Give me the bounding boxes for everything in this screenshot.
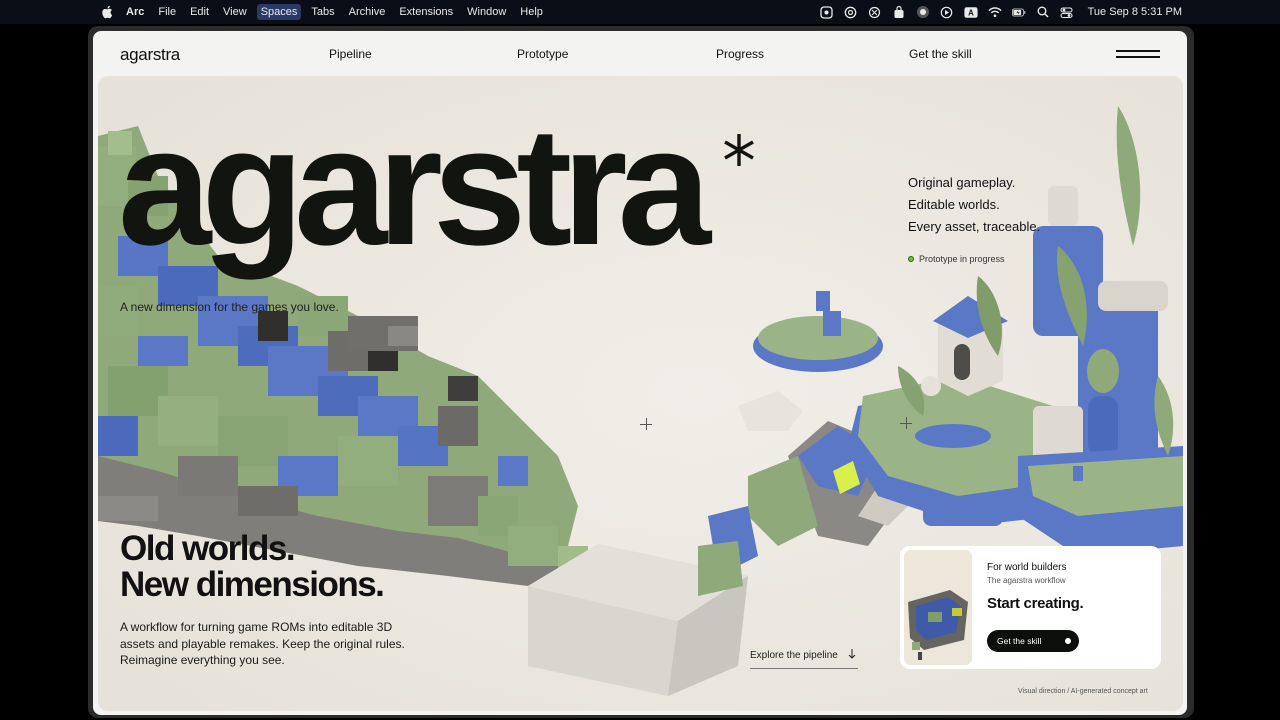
- feature-item: Every asset, traceable.: [908, 219, 1041, 234]
- bag-icon[interactable]: [892, 5, 906, 19]
- dot-icon: [1065, 638, 1071, 644]
- nav-link-prototype[interactable]: Prototype: [517, 47, 568, 61]
- keyboard-input-icon[interactable]: A: [964, 5, 978, 19]
- svg-text:A: A: [968, 8, 974, 17]
- menu-app-name[interactable]: Arc: [126, 6, 144, 18]
- control-center-icon[interactable]: [1060, 5, 1074, 19]
- menu-spaces[interactable]: Spaces: [256, 4, 302, 20]
- feature-item: Original gameplay.: [908, 175, 1016, 190]
- screen-record-icon[interactable]: [916, 5, 930, 19]
- explore-pipeline-label: Explore the pipeline: [750, 650, 838, 661]
- status-dot-icon: [908, 256, 914, 262]
- threads-icon[interactable]: [844, 5, 858, 19]
- get-the-skill-button[interactable]: Get the skill: [987, 630, 1079, 652]
- site-nav: agarstra Pipeline Prototype Progress Get…: [93, 31, 1187, 77]
- battery-icon[interactable]: [1011, 5, 1026, 19]
- image-credit: Visual direction / AI-generated concept …: [1018, 688, 1148, 695]
- hamburger-menu-icon[interactable]: [1116, 48, 1160, 60]
- nav-link-progress[interactable]: Progress: [716, 47, 764, 61]
- hero-description: A workflow for turning game ROMs into ed…: [120, 620, 405, 667]
- feature-item: Editable worlds.: [908, 197, 1000, 212]
- status-badge: Prototype in progress: [908, 254, 1005, 264]
- menu-bar: Arc File Edit View Spaces Tabs Archive E…: [0, 0, 1280, 24]
- menu-help[interactable]: Help: [520, 6, 543, 18]
- menu-view[interactable]: View: [223, 6, 247, 18]
- wifi-icon[interactable]: [988, 5, 1002, 19]
- hero-tagline: A new dimension for the games you love.: [120, 300, 339, 314]
- web-page: agarstra Pipeline Prototype Progress Get…: [93, 31, 1187, 715]
- menu-tabs[interactable]: Tabs: [311, 6, 334, 18]
- cta-subtitle: The agarstra workflow: [987, 576, 1066, 585]
- asterisk-icon: [724, 134, 754, 166]
- arrow-down-icon: [848, 648, 856, 663]
- menu-archive[interactable]: Archive: [349, 6, 386, 18]
- nav-link-get-the-skill[interactable]: Get the skill: [909, 47, 972, 61]
- site-logo[interactable]: agarstra: [120, 45, 180, 65]
- cta-kicker: For world builders: [987, 562, 1067, 573]
- crosshair-icon: [900, 417, 912, 429]
- menu-edit[interactable]: Edit: [190, 6, 209, 18]
- hero-headline: Old worlds. New dimensions.: [120, 529, 385, 604]
- menu-window[interactable]: Window: [467, 6, 506, 18]
- menu-clock[interactable]: Tue Sep 8 5:31 PM: [1088, 6, 1182, 18]
- openai-icon[interactable]: [868, 5, 882, 19]
- apple-logo-icon[interactable]: [100, 5, 114, 19]
- nav-link-pipeline[interactable]: Pipeline: [329, 47, 372, 61]
- play-icon[interactable]: [940, 5, 954, 19]
- cta-thumbnail-image: [904, 550, 972, 665]
- menu-extensions[interactable]: Extensions: [399, 6, 453, 18]
- app-icon[interactable]: [820, 5, 834, 19]
- feature-list: Original gameplay. Editable worlds. Ever…: [908, 172, 1040, 238]
- hero-title: agarstra: [118, 92, 711, 280]
- cta-card[interactable]: For world builders The agarstra workflow…: [900, 546, 1161, 669]
- headline-line: New dimensions.: [120, 565, 385, 604]
- cta-title: Start creating.: [987, 595, 1084, 612]
- get-the-skill-label: Get the skill: [997, 636, 1042, 646]
- status-text: Prototype in progress: [919, 254, 1005, 264]
- search-icon[interactable]: [1036, 5, 1050, 19]
- headline-line: Old worlds.: [120, 529, 296, 568]
- explore-pipeline-link[interactable]: Explore the pipeline: [750, 648, 858, 669]
- hero-section: agarstra A new dimension for the games y…: [98, 76, 1183, 711]
- menu-file[interactable]: File: [158, 6, 176, 18]
- crosshair-icon: [640, 418, 652, 430]
